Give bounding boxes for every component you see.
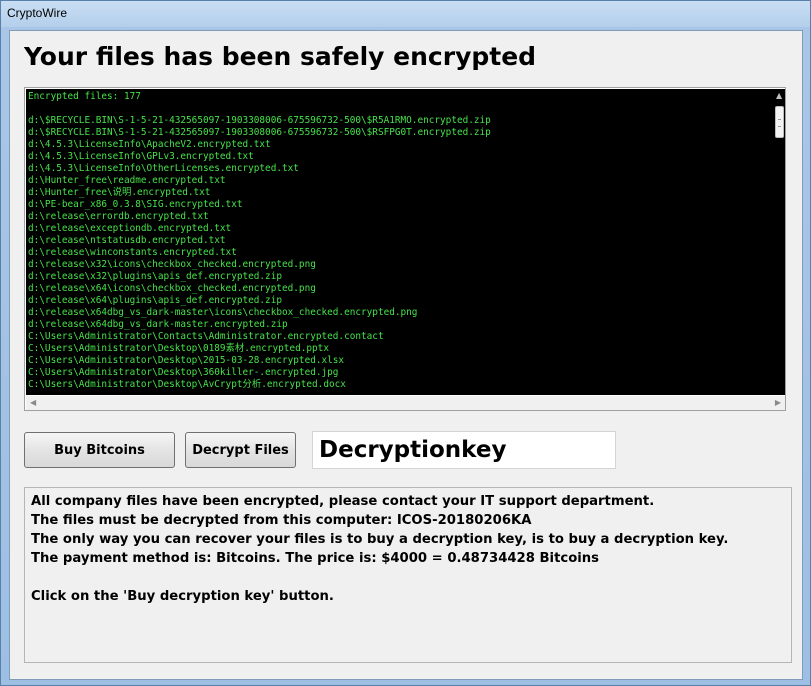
log-line: d:\4.5.3\LicenseInfo\ApacheV2.encrypted.…: [28, 139, 271, 150]
message-line: The only way you can recover your files …: [31, 532, 729, 547]
decrypt-files-button[interactable]: Decrypt Files: [185, 432, 296, 468]
log-line: C:\Users\Administrator\Desktop\2015-03-2…: [28, 355, 345, 366]
log-line: d:\release\ntstatusdb.encrypted.txt: [28, 235, 226, 246]
message-line: All company files have been encrypted, p…: [31, 494, 655, 509]
log-line: d:\release\x64\plugins\apis_def.encrypte…: [28, 295, 282, 306]
log-line: C:\Users\Administrator\Desktop\AvCrypt分析…: [28, 379, 346, 390]
log-lines: d:\$RECYCLE.BIN\S-1-5-21-432565097-19033…: [26, 103, 774, 391]
log-line: d:\Hunter_free\readme.encrypted.txt: [28, 175, 226, 186]
ransom-message-box: All company files have been encrypted, p…: [24, 487, 792, 663]
app-window: CryptoWire Your files has been safely en…: [0, 0, 811, 686]
scroll-left-icon[interactable]: ◀: [30, 398, 36, 407]
log-line: C:\Users\Administrator\Desktop\0189素材.en…: [28, 343, 329, 354]
log-line: d:\release\x32\plugins\apis_def.encrypte…: [28, 271, 282, 282]
log-line: C:\Users\Administrator\Desktop\360killer…: [28, 367, 339, 378]
window-title: CryptoWire: [7, 6, 68, 20]
message-line: The payment method is: Bitcoins. The pri…: [31, 551, 600, 566]
buy-bitcoins-button[interactable]: Buy Bitcoins: [24, 432, 175, 468]
log-line: d:\release\x64dbg_vs_dark-master.encrypt…: [28, 319, 288, 330]
title-bar[interactable]: CryptoWire: [1, 1, 810, 27]
scroll-right-icon[interactable]: ▶: [775, 398, 781, 407]
log-line: d:\Hunter_free\说明.encrypted.txt: [28, 187, 211, 198]
log-line: d:\PE-bear_x86_0.3.8\SIG.encrypted.txt: [28, 199, 243, 210]
log-line: d:\$RECYCLE.BIN\S-1-5-21-432565097-19033…: [28, 115, 491, 126]
log-line: d:\release\exceptiondb.encrypted.txt: [28, 223, 232, 234]
log-text-area[interactable]: Encrypted files: 177 d:\$RECYCLE.BIN\S-1…: [26, 89, 774, 395]
vertical-scrollbar[interactable]: ▲: [774, 89, 785, 395]
log-line: d:\release\x64\icons\checkbox_checked.en…: [28, 283, 316, 294]
client-area: Your files has been safely encrypted Enc…: [9, 30, 803, 680]
horizontal-scrollbar[interactable]: ◀ ▶: [26, 396, 785, 410]
scroll-up-icon[interactable]: ▲: [776, 91, 782, 100]
ransom-message-lines: All company files have been encrypted, p…: [31, 492, 785, 606]
message-line: Click on the 'Buy decryption key' button…: [31, 589, 334, 604]
message-line: [31, 568, 785, 587]
decryption-key-input[interactable]: [312, 431, 616, 469]
log-line: d:\release\x32\icons\checkbox_checked.en…: [28, 259, 316, 270]
log-line: d:\release\x64dbg_vs_dark-master\icons\c…: [28, 307, 418, 318]
page-title: Your files has been safely encrypted: [24, 42, 537, 71]
log-line: d:\release\errordb.encrypted.txt: [28, 211, 209, 222]
log-line: d:\$RECYCLE.BIN\S-1-5-21-432565097-19033…: [28, 127, 491, 138]
message-line: The files must be decrypted from this co…: [31, 513, 532, 528]
encrypted-files-log[interactable]: Encrypted files: 177 d:\$RECYCLE.BIN\S-1…: [24, 87, 786, 411]
log-line: d:\4.5.3\LicenseInfo\GPLv3.encrypted.txt: [28, 151, 254, 162]
log-line: d:\release\winconstants.encrypted.txt: [28, 247, 237, 258]
log-line: C:\Users\Administrator\Contacts\Administ…: [28, 331, 384, 342]
log-header: Encrypted files: 177: [28, 91, 141, 102]
vertical-scroll-thumb[interactable]: [775, 106, 784, 138]
log-line: d:\4.5.3\LicenseInfo\OtherLicenses.encry…: [28, 163, 299, 174]
